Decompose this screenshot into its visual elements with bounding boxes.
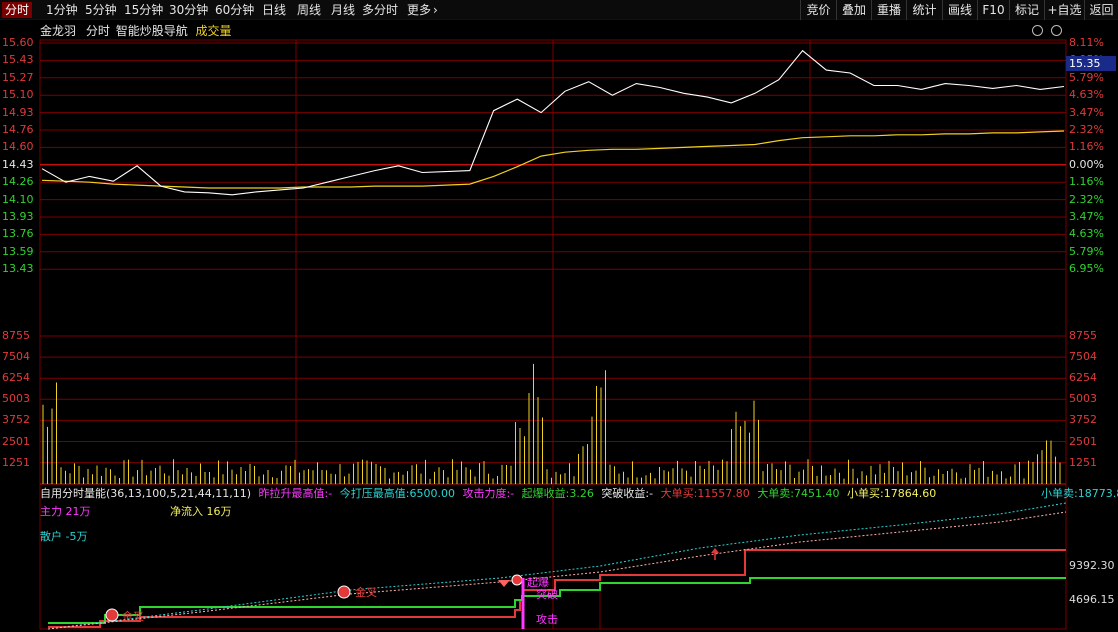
price-label: 13.43 bbox=[2, 262, 34, 276]
price-label: 14.60 bbox=[2, 140, 34, 154]
f9-label: 小单卖: bbox=[1041, 487, 1078, 500]
pct-label: 3.47% bbox=[1069, 105, 1104, 119]
volume-label-right: 3752 bbox=[1069, 413, 1097, 427]
f4-value: 3.26 bbox=[569, 487, 594, 500]
f9-value: 18773.80 bbox=[1077, 487, 1118, 500]
volume-label-left: 3752 bbox=[2, 413, 30, 427]
pct-label: 5.79% bbox=[1069, 70, 1104, 84]
pct-label: 2.32% bbox=[1069, 192, 1104, 206]
pct-label: 3.47% bbox=[1069, 210, 1104, 223]
diamond-icon bbox=[498, 580, 510, 587]
jingliuru-label: 净流入 16万 bbox=[170, 505, 232, 518]
pct-label: 6.95% bbox=[1069, 262, 1104, 276]
price-label: 13.59 bbox=[2, 244, 34, 258]
f5-value: - bbox=[649, 487, 654, 500]
price-label: 14.93 bbox=[2, 105, 34, 119]
f7-label: 大单卖: bbox=[757, 487, 795, 500]
volume-label-left: 7504 bbox=[2, 350, 30, 364]
volume-label-left: 8755 bbox=[2, 329, 30, 342]
up-arrow-head bbox=[711, 548, 719, 553]
f8-value: 17864.60 bbox=[883, 487, 937, 500]
chart-grid bbox=[39, 39, 1067, 630]
volume-label-right: 5003 bbox=[1069, 392, 1097, 406]
tag-jincha-2: 金叉 bbox=[355, 586, 377, 599]
pct-label: 8.11% bbox=[1069, 36, 1104, 49]
pct-label: 0.00% bbox=[1069, 157, 1104, 171]
price-label: 14.43 bbox=[2, 157, 34, 171]
price-label: 13.93 bbox=[2, 210, 34, 223]
price-label: 14.10 bbox=[2, 192, 34, 206]
f9-field: 小单卖:18773.80 bbox=[1041, 485, 1118, 501]
indicator-header: 自用分时量能(36,13,100,5,21,44,11,11) 昨拉升最高值:-… bbox=[40, 485, 936, 501]
intraday-chart bbox=[39, 39, 1067, 630]
f6-value: 11557.80 bbox=[697, 487, 750, 500]
f2-value: 6500.00 bbox=[409, 487, 455, 500]
f5-label: 突破收益: bbox=[601, 487, 650, 500]
f1-value: - bbox=[328, 487, 333, 500]
jincha-ball-icon bbox=[105, 608, 119, 622]
price-label: 15.27 bbox=[2, 70, 34, 84]
price-label: 15.60 bbox=[2, 36, 34, 49]
volume-label-left: 1251 bbox=[2, 455, 30, 469]
indicator-name[interactable]: 自用分时量能 bbox=[40, 487, 106, 500]
volume-label-right: 1251 bbox=[1069, 455, 1097, 469]
f8-label: 小单买: bbox=[847, 487, 884, 500]
f7-value: 7451.40 bbox=[794, 487, 840, 500]
price-label: 14.76 bbox=[2, 123, 34, 136]
f1-label: 昨拉升最高值: bbox=[258, 487, 329, 500]
ind-scale-hi: 9392.30 bbox=[1069, 559, 1115, 572]
pct-label: 1.16% bbox=[1069, 175, 1104, 189]
f3-value: - bbox=[510, 487, 515, 500]
tag-gongji: 攻击 bbox=[536, 613, 558, 626]
volume-label-right: 6254 bbox=[1069, 371, 1097, 385]
tag-tupo: 突破 bbox=[536, 588, 558, 601]
volume-label-left: 5003 bbox=[2, 392, 30, 406]
price-label: 15.10 bbox=[2, 88, 34, 102]
pct-label: 2.32% bbox=[1069, 123, 1104, 136]
pct-label: 4.63% bbox=[1069, 88, 1104, 102]
f4-label: 起爆收益: bbox=[521, 487, 570, 500]
sanhu-label: 散户 -5万 bbox=[40, 530, 88, 543]
volume-label-left: 6254 bbox=[2, 371, 30, 385]
pct-label: 1.16% bbox=[1069, 140, 1104, 154]
zhuli-label: 主力 21万 bbox=[40, 505, 91, 518]
ind-scale-lo: 4696.15 bbox=[1069, 593, 1115, 606]
jincha-ball-icon bbox=[337, 585, 351, 599]
pct-label: 4.63% bbox=[1069, 227, 1104, 241]
volume-label-right: 2501 bbox=[1069, 434, 1097, 448]
price-label: 15.43 bbox=[2, 53, 34, 67]
volume-label-right: 7504 bbox=[1069, 350, 1097, 364]
volume-bars bbox=[42, 363, 1061, 484]
price-label: 14.26 bbox=[2, 175, 34, 189]
current-price-tag: 15.35 bbox=[1066, 56, 1116, 71]
volume-label-left: 2501 bbox=[2, 434, 30, 448]
f2-label: 今打压最高值: bbox=[339, 487, 410, 500]
volume-label-right: 8755 bbox=[1069, 329, 1097, 342]
f3-label: 攻击力度: bbox=[462, 487, 511, 500]
qibao-ball-icon bbox=[511, 574, 523, 586]
indicator-params: (36,13,100,5,21,44,11,11) bbox=[106, 487, 252, 500]
f6-label: 大单买: bbox=[660, 487, 698, 500]
pct-label: 5.79% bbox=[1069, 244, 1104, 258]
tag-jincha-1: 金叉 bbox=[122, 610, 144, 623]
price-label: 13.76 bbox=[2, 227, 34, 241]
